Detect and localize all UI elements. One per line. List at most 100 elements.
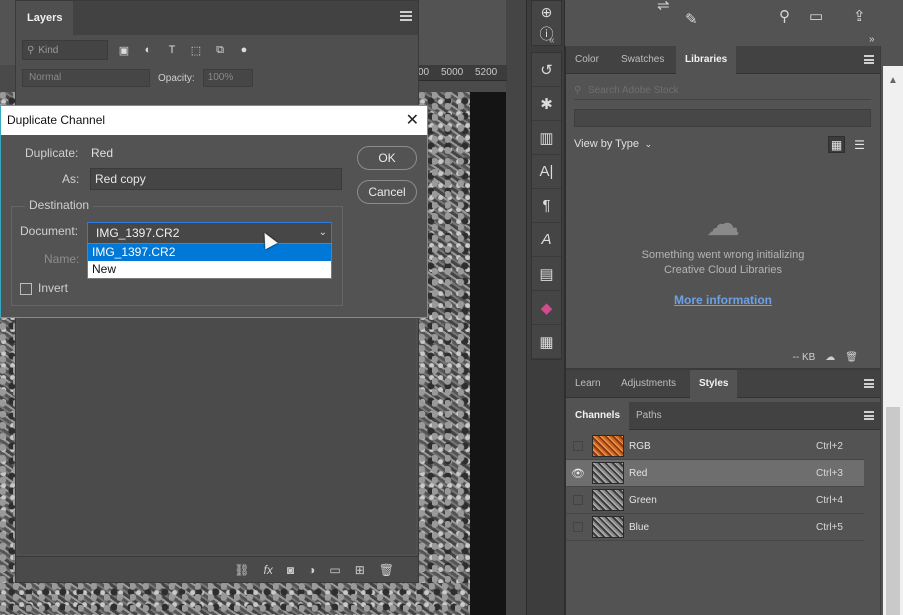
grid-view-icon[interactable]: ▦ xyxy=(828,136,845,153)
more-information-link[interactable]: More information xyxy=(566,293,880,307)
mask-icon[interactable]: ◙ xyxy=(287,563,294,577)
as-name-input[interactable]: Red copy xyxy=(90,168,342,190)
cancel-button[interactable]: Cancel xyxy=(357,180,417,204)
name-label: Name: xyxy=(44,252,80,266)
cloud-sync-icon[interactable]: ☁ xyxy=(825,352,835,363)
ruler-tick: 00 xyxy=(418,67,430,78)
tab-channels[interactable]: Channels xyxy=(566,402,630,430)
adjustment-layer-icon[interactable]: ◑ xyxy=(308,563,315,577)
notes-icon[interactable]: ▤ xyxy=(532,257,561,291)
image-bottom-strip xyxy=(0,583,470,615)
duplicate-value: Red xyxy=(91,146,114,160)
info-icon[interactable]: ⓘ xyxy=(532,23,561,45)
visibility-toggle[interactable]: 👁 xyxy=(566,467,590,480)
new-layer-icon[interactable]: ⊞ xyxy=(355,563,365,577)
channel-shortcut: Ctrl+2 xyxy=(816,440,843,452)
channel-shortcut: Ctrl+5 xyxy=(816,521,843,533)
canvas-pasteboard xyxy=(470,92,507,615)
paragraph-icon[interactable]: ¶ xyxy=(532,189,561,223)
trash-icon[interactable]: 🗑 xyxy=(845,352,858,363)
eye-off-icon xyxy=(573,495,583,505)
view-by-dropdown[interactable]: View by Type ⌄ xyxy=(574,138,652,150)
view-mode-toggle: ▦ ☰ xyxy=(828,136,868,153)
histogram-icon[interactable]: ▥ xyxy=(532,121,561,155)
visibility-toggle[interactable] xyxy=(566,522,590,532)
search-icon[interactable]: ⚲ xyxy=(779,7,790,25)
channel-row-blue[interactable]: Blue Ctrl+5 xyxy=(566,514,864,541)
layer-comps-icon[interactable]: ▦ xyxy=(532,325,561,359)
document-dropdown-list: IMG_1397.CR2 New xyxy=(87,243,332,279)
glyphs-icon[interactable]: A xyxy=(532,223,561,257)
tab-layers[interactable]: Layers xyxy=(16,1,74,35)
type-filter-icon[interactable]: T xyxy=(164,42,180,58)
duplicate-channel-dialog: Duplicate Channel ✕ Duplicate: Red As: R… xyxy=(0,105,428,318)
document-selected-value: IMG_1397.CR2 xyxy=(96,226,180,240)
smart-object-filter-icon[interactable]: ⧉ xyxy=(212,42,228,58)
arrange-icon[interactable]: ⇌ xyxy=(657,0,670,14)
dropdown-option[interactable]: IMG_1397.CR2 xyxy=(88,244,331,261)
channel-row-red[interactable]: 👁 Red Ctrl+3 xyxy=(566,460,864,487)
tab-color[interactable]: Color xyxy=(575,46,599,74)
top-tool-block: ⊕ ⓘ xyxy=(531,0,562,46)
history-icon[interactable]: ↺ xyxy=(532,53,561,87)
close-icon[interactable]: ✕ xyxy=(406,106,419,135)
character-icon[interactable]: A| xyxy=(532,155,561,189)
visibility-toggle[interactable] xyxy=(566,495,590,505)
panel-gutter xyxy=(506,0,526,615)
error-line-1: Something went wrong initializing xyxy=(641,249,805,261)
tab-styles[interactable]: Styles xyxy=(690,370,738,398)
visibility-toggle[interactable] xyxy=(566,441,590,451)
channel-shortcut: Ctrl+3 xyxy=(816,467,843,479)
kind-filter-select[interactable]: ⚲ Kind xyxy=(22,40,108,60)
panel-menu-icon[interactable] xyxy=(864,379,874,388)
invert-label: Invert xyxy=(38,281,69,295)
workspace-icon[interactable]: ▭ xyxy=(809,7,823,25)
adjustment-filter-icon[interactable]: ◐ xyxy=(140,42,156,58)
chevron-down-icon: ⌄ xyxy=(642,139,653,149)
search-placeholder: Search Adobe Stock xyxy=(588,85,679,96)
scrollbar-thumb[interactable] xyxy=(886,407,900,615)
invert-checkbox[interactable] xyxy=(20,283,32,295)
panel-menu-icon[interactable] xyxy=(400,11,412,21)
tab-swatches[interactable]: Swatches xyxy=(621,46,664,74)
ok-button[interactable]: OK xyxy=(357,146,417,170)
shape-filter-icon[interactable]: ⬚ xyxy=(188,42,204,58)
filter-toggle-icon[interactable]: ● xyxy=(236,42,252,58)
channel-row-green[interactable]: Green Ctrl+4 xyxy=(566,487,864,514)
tab-paths[interactable]: Paths xyxy=(636,402,662,430)
dialog-title-bar[interactable]: Duplicate Channel ✕ xyxy=(1,106,427,135)
error-line-2: Creative Cloud Libraries xyxy=(664,264,782,276)
tab-adjustments[interactable]: Adjustments xyxy=(621,370,676,398)
dropdown-option[interactable]: New xyxy=(88,261,331,278)
panel-menu-icon[interactable] xyxy=(864,55,874,64)
document-select[interactable]: IMG_1397.CR2 ⌄ xyxy=(87,222,332,244)
expand-icon[interactable]: » xyxy=(869,34,875,45)
tab-learn[interactable]: Learn xyxy=(575,370,601,398)
channel-row-rgb[interactable]: RGB Ctrl+2 xyxy=(566,433,864,460)
group-folder-icon[interactable]: ▭ xyxy=(329,563,340,577)
3d-icon[interactable]: ◆ xyxy=(532,291,561,325)
link-layers-icon[interactable]: ⛓ xyxy=(234,563,249,577)
trash-icon[interactable]: 🗑 xyxy=(379,563,394,577)
properties-icon[interactable]: ✱ xyxy=(532,87,561,121)
share-icon[interactable]: ⇪ xyxy=(853,7,866,25)
top-right-header: ⇌ ✎ ⚲ ▭ ⇪ » xyxy=(565,0,903,45)
stock-search-input[interactable]: ⚲ Search Adobe Stock xyxy=(574,82,871,100)
duplicate-label: Duplicate: xyxy=(25,146,79,160)
blend-mode-select[interactable]: Normal xyxy=(22,69,150,87)
list-view-icon[interactable]: ☰ xyxy=(851,136,868,153)
scroll-up-arrow-icon[interactable]: ▲ xyxy=(883,66,903,96)
collapse-icon[interactable]: « xyxy=(549,35,555,46)
channel-thumbnail xyxy=(592,489,624,511)
libraries-tab-bar: Color Swatches Libraries xyxy=(566,46,880,74)
panel-menu-icon[interactable] xyxy=(864,411,874,420)
adjustments-tab-bar: Learn Adjustments Styles xyxy=(566,370,880,398)
image-filter-icon[interactable]: ▣ xyxy=(116,42,132,58)
destination-legend: Destination xyxy=(25,198,94,212)
library-select[interactable] xyxy=(574,109,871,127)
actions-icon[interactable]: ⊕ xyxy=(532,1,561,23)
tab-libraries[interactable]: Libraries xyxy=(676,46,737,74)
brush-icon[interactable]: ✎ xyxy=(685,10,698,28)
opacity-field[interactable]: 100% xyxy=(202,69,253,87)
fx-icon[interactable]: fx xyxy=(264,563,273,577)
